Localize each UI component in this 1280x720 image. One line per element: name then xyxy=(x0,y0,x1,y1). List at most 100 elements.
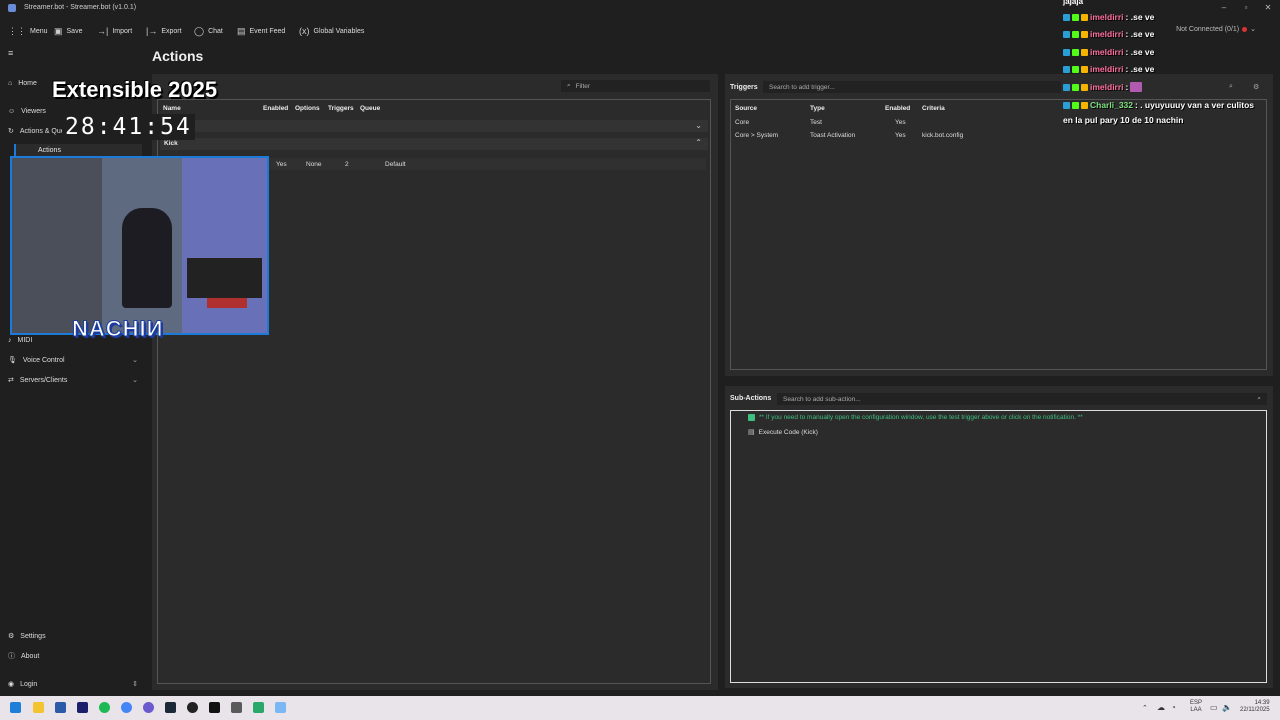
crown-icon xyxy=(1081,48,1088,56)
chat-message: imeldirri: xyxy=(1063,82,1143,92)
export-icon: |→ xyxy=(146,26,158,36)
filter-input[interactable]: ⌕ Filter xyxy=(560,79,711,93)
import-button[interactable]: →| Import xyxy=(97,25,132,37)
close-icon[interactable]: ✕ xyxy=(1261,3,1275,13)
chat-message: imeldirri: .se ve xyxy=(1063,64,1154,74)
trigger-search-input[interactable]: Search to add trigger... xyxy=(762,80,1062,94)
sidebar-item-voice-control[interactable]: 🎙 Voice Control ⌄ xyxy=(8,353,138,367)
monitor-icon[interactable]: ▭ xyxy=(1210,703,1218,712)
spotify-icon[interactable] xyxy=(99,702,110,713)
chevron-down-icon: ⌄ xyxy=(132,377,138,384)
event-feed-button[interactable]: ▤ Event Feed xyxy=(237,25,285,37)
grid-icon: ⋮⋮ xyxy=(8,25,26,36)
server-icon: ⇄ xyxy=(8,377,14,384)
column-source[interactable]: Source xyxy=(735,105,757,112)
comment-icon xyxy=(748,414,755,421)
crown-icon xyxy=(1081,83,1088,91)
column-name[interactable]: Name xyxy=(163,105,181,112)
chevron-down-icon: ⌄ xyxy=(132,357,138,364)
chevron-updown-icon: ⇕ xyxy=(132,681,138,688)
window-title: Streamer.bot - Streamer.bot (v1.0.1) xyxy=(24,4,137,11)
badge-icon xyxy=(1072,48,1079,56)
chevron-up-icon[interactable]: ⌃ xyxy=(1142,704,1148,712)
info-icon: ⓘ xyxy=(8,653,15,660)
page-title: Actions xyxy=(152,48,204,64)
sidebar-item-about[interactable]: ⓘ About xyxy=(8,649,138,663)
sidebar-item-login[interactable]: ◉ Login ⇕ xyxy=(8,677,138,691)
crown-icon xyxy=(1081,101,1088,109)
network-icon[interactable]: ☁ xyxy=(1157,703,1165,712)
emote-icon xyxy=(1130,82,1143,92)
settings-icon[interactable]: ⚙ xyxy=(1253,83,1259,91)
chat-message: imeldirri: .se ve xyxy=(1063,29,1154,39)
subactions-list xyxy=(730,410,1267,683)
obs-icon[interactable] xyxy=(187,702,198,713)
chat-button[interactable]: ◯ Chat xyxy=(194,25,223,37)
gear-icon: ⚙ xyxy=(8,633,15,640)
column-options[interactable]: Options xyxy=(295,105,320,112)
feed-icon: ▤ xyxy=(237,25,246,36)
badge-icon xyxy=(1063,101,1070,109)
group-header-kick[interactable]: Kick ⌃ xyxy=(160,138,708,150)
app-logo-icon xyxy=(8,4,16,12)
wifi-icon[interactable]: ◔ xyxy=(1171,703,1176,712)
crown-icon xyxy=(1081,65,1088,73)
badge-icon xyxy=(1072,83,1079,91)
badge-icon xyxy=(1063,83,1070,91)
column-criteria[interactable]: Criteria xyxy=(922,105,945,112)
minimize-icon[interactable]: – xyxy=(1217,3,1231,13)
connection-status[interactable]: Not Connected (0/1) ⌄ xyxy=(1176,25,1256,34)
chat-message: imeldirri: .se ve xyxy=(1063,12,1154,22)
badge-icon xyxy=(1063,13,1070,21)
windows-start-icon[interactable] xyxy=(10,702,21,713)
column-enabled[interactable]: Enabled xyxy=(885,105,910,112)
search-icon[interactable]: ⌕ xyxy=(1229,83,1233,91)
column-type[interactable]: Type xyxy=(810,105,825,112)
export-button[interactable]: |→ Export xyxy=(146,25,182,37)
menu-button[interactable]: ⋮⋮ Menu xyxy=(8,25,48,37)
search-icon: ⌕ xyxy=(1257,395,1261,402)
chat-message: imeldirri: .se ve xyxy=(1063,47,1154,57)
premiere-icon[interactable] xyxy=(77,702,88,713)
import-icon: →| xyxy=(97,26,109,36)
group-header-collapsed[interactable]: ⌄ xyxy=(160,120,708,132)
user-icon: ◉ xyxy=(8,681,15,688)
column-enabled[interactable]: Enabled xyxy=(263,105,288,112)
sidebar xyxy=(0,44,145,696)
crown-icon xyxy=(1081,30,1088,38)
comment-subaction[interactable]: ** If you need to manually open the conf… xyxy=(748,414,1083,421)
sidebar-item-settings[interactable]: ⚙ Settings xyxy=(8,629,138,643)
column-queue[interactable]: Queue xyxy=(360,105,380,112)
badge-icon xyxy=(1063,48,1070,56)
subaction-item[interactable]: ▤ Execute Code (Kick) xyxy=(748,428,818,437)
clock[interactable]: 14:39 22/11/2025 xyxy=(1240,700,1270,714)
status-dot-icon xyxy=(1242,26,1248,32)
app-icon[interactable] xyxy=(231,702,242,713)
badge-icon xyxy=(1072,101,1079,109)
volume-icon[interactable]: 🔈 xyxy=(1222,703,1232,712)
sidebar-item-servers-clients[interactable]: ⇄ Servers/Clients ⌄ xyxy=(8,373,138,387)
chat-top-text: jajaja xyxy=(1063,0,1084,6)
chrome-icon[interactable] xyxy=(121,702,132,713)
discord-icon[interactable] xyxy=(143,702,154,713)
table-row[interactable]: Core Test Yes xyxy=(732,117,1265,128)
column-triggers[interactable]: Triggers xyxy=(328,105,354,112)
steam-icon[interactable] xyxy=(165,702,176,713)
app-icon[interactable] xyxy=(209,702,220,713)
subaction-search-input[interactable]: Search to add sub-action... ⌕ xyxy=(776,392,1268,406)
global-variables-button[interactable]: (x) Global Variables xyxy=(299,25,364,37)
mic-icon: 🎙 xyxy=(8,357,17,364)
triggers-label: Triggers xyxy=(730,84,758,91)
app-icon[interactable] xyxy=(55,702,66,713)
table-row[interactable]: Core > System Toast Activation Yes kick.… xyxy=(732,130,1265,141)
file-explorer-icon[interactable] xyxy=(33,702,44,713)
maximize-icon[interactable]: ▫ xyxy=(1239,3,1253,13)
streamerbot-icon[interactable] xyxy=(275,702,286,713)
viewers-icon: ☺ xyxy=(8,107,16,115)
hamburger-icon[interactable]: ≡ xyxy=(8,48,13,58)
chat-icon: ◯ xyxy=(194,25,205,36)
save-button[interactable]: ▣ Save xyxy=(54,25,82,37)
language-indicator[interactable]: ESP LAA xyxy=(1190,700,1202,714)
app-icon[interactable] xyxy=(253,702,264,713)
badge-icon xyxy=(1072,65,1079,73)
